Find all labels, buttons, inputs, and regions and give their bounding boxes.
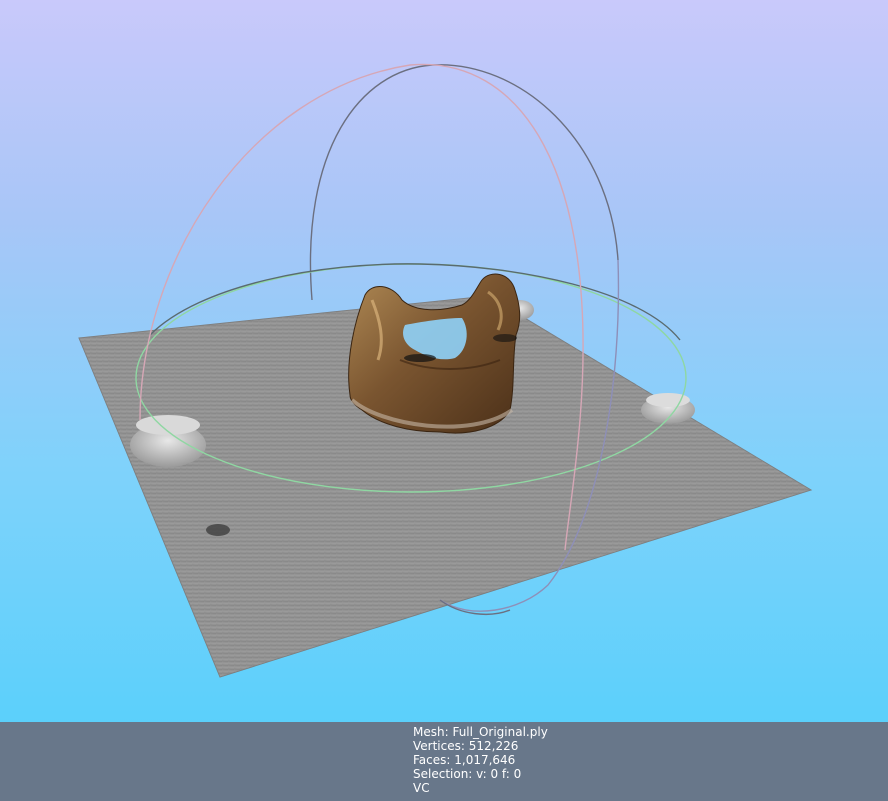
mesh-info-panel: Mesh: Full_Original.ply Vertices: 512,22…: [413, 725, 548, 795]
render-mode: VC: [413, 781, 430, 795]
scene-canvas[interactable]: [0, 0, 888, 722]
terrain-hole: [206, 524, 230, 536]
status-bar: Mesh: Full_Original.ply Vertices: 512,22…: [0, 722, 888, 801]
rock-stump-model: [348, 273, 521, 434]
selection-info: Selection: v: 0 f: 0: [413, 767, 522, 781]
mesh-name: Mesh: Full_Original.ply: [413, 725, 548, 739]
terrain-bump-left: [130, 415, 206, 467]
3d-viewport[interactable]: [0, 0, 888, 722]
face-count: Faces: 1,017,646: [413, 753, 516, 767]
vertex-count: Vertices: 512,226: [413, 739, 519, 753]
trackball-ring-back: [309, 64, 619, 301]
